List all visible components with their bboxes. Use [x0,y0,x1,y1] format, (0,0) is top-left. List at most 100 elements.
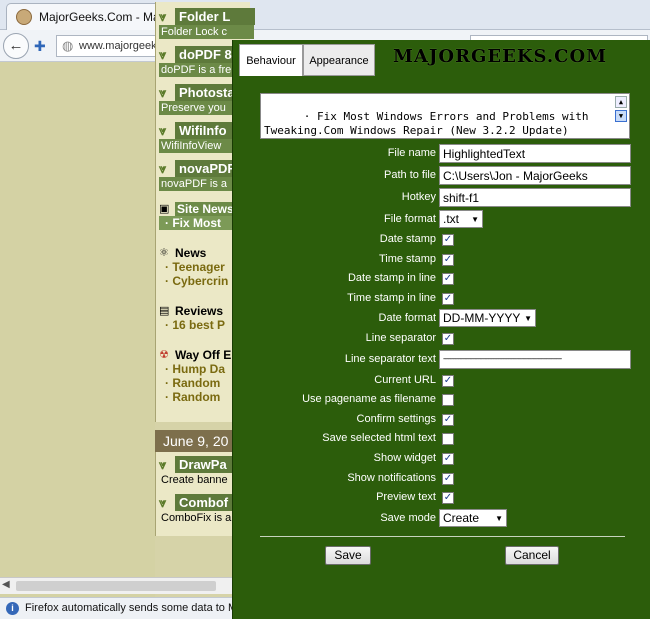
date-stamp-inline-checkbox[interactable]: ✓ [442,273,454,285]
time-stamp-row: Time stamp ✓ [233,250,650,270]
chevron-down-icon: ⩔ [159,161,167,176]
show-notifications-checkbox[interactable]: ✓ [442,473,454,485]
save-mode-row: Save mode Create ▼ [233,509,650,529]
time-stamp-label: Time stamp [378,253,436,265]
save-mode-label: Save mode [380,512,436,524]
save-selected-html-checkbox[interactable] [442,433,454,445]
scrollbar-thumb[interactable] [16,581,216,591]
preview-text-row: Preview text ✓ [233,488,650,508]
file-format-select[interactable]: .txt ▼ [439,210,483,228]
document-icon: ▤ [159,305,170,317]
preview-text-label: Preview text [376,491,436,503]
majorgeeks-logo: MAJORGEEKS.COM [393,46,607,67]
time-stamp-inline-label: Time stamp in line [347,292,436,304]
line-separator-row: Line separator ✓ [233,329,650,349]
save-selected-html-label: Save selected html text [322,432,436,444]
info-icon: i [6,602,19,615]
date-stamp-row: Date stamp ✓ [233,230,650,250]
save-mode-select[interactable]: Create ▼ [439,509,507,527]
time-stamp-checkbox[interactable]: ✓ [442,254,454,266]
file-name-row: File name HighlightedText [233,144,650,164]
date-stamp-inline-row: Date stamp in line ✓ [233,269,650,289]
date-format-row: Date format DD-MM-YYYY ▼ [233,309,650,329]
save-mode-value: Create [443,511,480,525]
date-stamp-checkbox[interactable]: ✓ [442,234,454,246]
file-format-value: .txt [443,212,460,226]
globe-icon: ◍ [62,38,74,53]
notification-text: Firefox automatically sends some data to… [25,602,249,614]
cancel-button[interactable]: Cancel [505,546,559,565]
path-input[interactable]: C:\Users\Jon - MajorGeeks [439,166,631,185]
browser-tab-bar: MajorGeeks.Com - MajorG ✕ + [0,0,650,30]
selected-text-preview[interactable]: · Fix Most Windows Errors and Problems w… [260,93,630,139]
tab-title: MajorGeeks.Com - MajorG [39,10,169,24]
preview-scrollbar[interactable]: ▲ ▼ [615,96,627,136]
scroll-up-icon[interactable]: ▲ [615,96,627,108]
divider [260,536,625,537]
way-off-heading: Way Off E [175,348,232,362]
time-stamp-inline-checkbox[interactable]: ✓ [442,293,454,305]
use-pagename-label: Use pagename as filename [302,393,436,405]
chevron-down-icon: ⩔ [159,47,167,62]
news-heading: News [175,246,207,260]
current-url-checkbox[interactable]: ✓ [442,375,454,387]
line-separator-text-input[interactable]: ----------------------------------------… [439,350,631,369]
scroll-down-icon[interactable]: ▼ [615,110,627,122]
dropdown-arrow-icon: ▼ [471,215,479,224]
horizontal-scrollbar[interactable]: ◀ [0,577,232,594]
chevron-down-icon: ⩔ [159,123,167,138]
file-name-label: File name [387,147,436,159]
majorgeeks-favicon-icon [16,9,32,25]
entry-title[interactable]: Folder L [175,8,255,25]
entry-desc: Folder Lock c [159,25,254,39]
date-format-value: DD-MM-YYYY [443,311,521,325]
use-pagename-checkbox[interactable] [442,394,454,406]
path-label: Path to file [384,169,436,181]
show-widget-checkbox[interactable]: ✓ [442,453,454,465]
logo-text: MAJORGEEKS.COM [393,46,608,67]
dropdown-arrow-icon: ▼ [524,314,532,323]
radiation-icon: ☢ [159,349,169,361]
chevron-down-icon: ⩔ [159,85,167,100]
file-format-row: File format .txt ▼ [233,210,650,230]
news-icon: ▣ [159,203,170,215]
chevron-down-icon: ⩔ [159,495,167,510]
time-stamp-inline-row: Time stamp in line ✓ [233,289,650,309]
current-url-row: Current URL ✓ [233,371,650,391]
file-name-input[interactable]: HighlightedText [439,144,631,163]
hotkey-input[interactable]: shift-f1 [439,188,631,207]
confirm-settings-label: Confirm settings [356,413,436,425]
show-notifications-row: Show notifications ✓ [233,469,650,489]
hotkey-label: Hotkey [401,191,436,203]
file-format-label: File format [384,213,436,225]
line-separator-checkbox[interactable]: ✓ [442,333,454,345]
line-separator-text-row: Line separator text --------------------… [233,350,650,370]
date-format-label: Date format [378,312,436,324]
chevron-down-icon: ⩔ [159,9,167,24]
left-column [0,62,155,598]
path-row: Path to file C:\Users\Jon - MajorGeeks [233,166,650,186]
date-stamp-inline-label: Date stamp in line [347,272,436,284]
line-separator-text-label: Line separator text [344,353,436,365]
use-pagename-row: Use pagename as filename [233,390,650,410]
save-selected-html-row: Save selected html text [233,429,650,449]
dropdown-arrow-icon: ▼ [495,514,503,523]
show-widget-row: Show widget ✓ [233,449,650,469]
tab-appearance[interactable]: Appearance [303,44,375,76]
chevron-down-icon: ⩔ [159,457,167,472]
save-button[interactable]: Save [325,546,371,565]
preview-text: · Fix Most Windows Errors and Problems w… [264,110,596,137]
scroll-left-icon[interactable]: ◀ [2,579,10,590]
puzzle-extension-icon[interactable]: ✚ [34,37,52,55]
date-stamp-label: Date stamp [379,233,436,245]
date-format-select[interactable]: DD-MM-YYYY ▼ [439,309,536,327]
tab-behaviour[interactable]: Behaviour [239,44,303,76]
current-url-label: Current URL [374,374,436,386]
settings-dialog: Behaviour Appearance MAJORGEEKS.COM · Fi… [232,40,650,619]
confirm-settings-checkbox[interactable]: ✓ [442,414,454,426]
reviews-heading: Reviews [175,304,224,318]
line-separator-label: Line separator [365,332,436,344]
preview-text-checkbox[interactable]: ✓ [442,492,454,504]
back-button[interactable]: ← [3,33,29,59]
show-widget-label: Show widget [373,452,436,464]
